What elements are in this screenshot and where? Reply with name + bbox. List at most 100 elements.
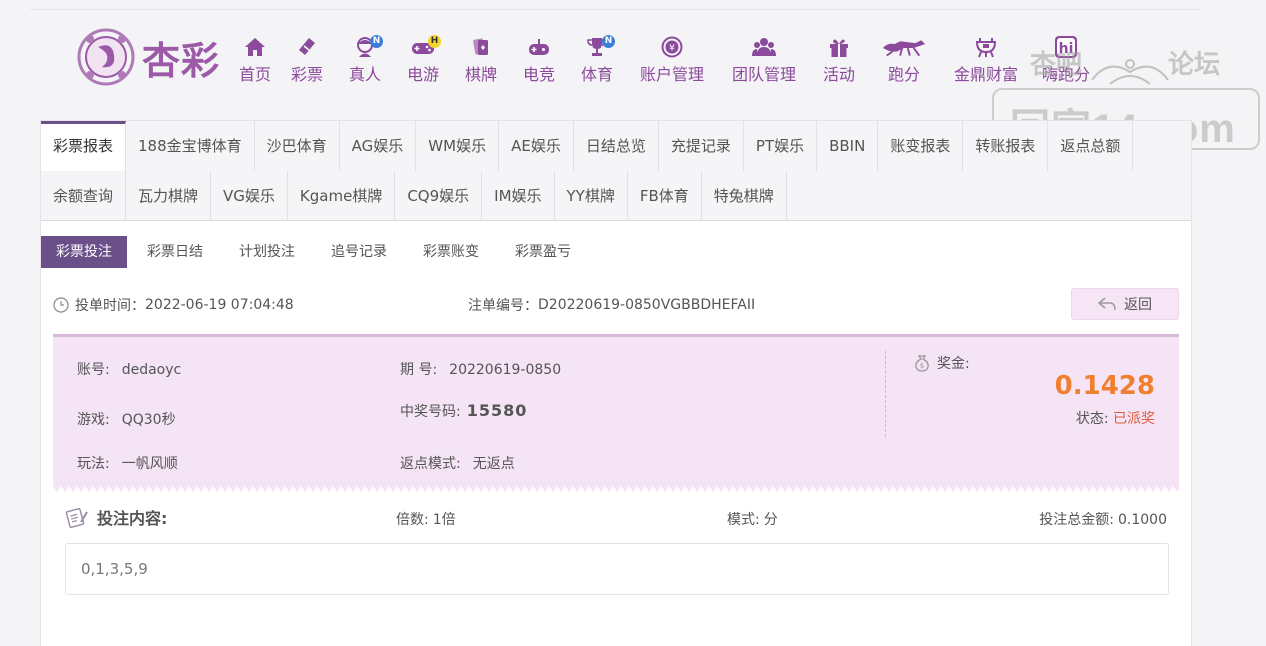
total-amount-value: 0.1000: [1118, 512, 1167, 528]
nav-cards[interactable]: 棋牌: [452, 32, 510, 88]
tab-188-sports[interactable]: 188金宝博体育: [126, 121, 255, 171]
tab-deposit-withdraw[interactable]: 充提记录: [659, 121, 744, 171]
ornament-icon: [1091, 59, 1169, 85]
tab-ae[interactable]: AE娱乐: [499, 121, 574, 171]
watermark-right-text: 论坛: [1168, 50, 1221, 80]
nav-home[interactable]: 首页: [232, 32, 278, 88]
main-nav: 首页 彩票 N 真人 H 电游 棋牌 电竞 N 体育 ¥ 账户管理 团队管理 活…: [232, 32, 1100, 88]
bet-detail-panel: 账号: dedaoyc 游戏: QQ30秒 玩法: 一帆风顺 期 号: 20220619…: [53, 334, 1179, 492]
tab-kgame[interactable]: Kgame棋牌: [288, 171, 396, 221]
tab-yy-cards[interactable]: YY棋牌: [555, 171, 628, 221]
lottery-ticket-icon: [299, 38, 315, 55]
bet-content-header: 投注内容: 倍数: 1倍 模式: 分 投注总金额: 0.1000: [41, 505, 1191, 531]
prize-label: $ 奖金:: [913, 353, 970, 373]
subtab-lottery-transactions[interactable]: 彩票账变: [407, 236, 495, 268]
new-badge: N: [370, 35, 383, 48]
account-row: 账号: dedaoyc: [77, 362, 182, 378]
tab-transfer-report[interactable]: 转账报表: [963, 121, 1049, 171]
rebate-value: 无返点: [472, 456, 515, 472]
order-time-value: 2022-06-19 07:04:48: [145, 297, 294, 313]
home-icon: [245, 38, 265, 56]
order-number-value: D20220619-0850VGBBDHEFAII: [538, 297, 756, 313]
issue-value: 20220619-0850: [449, 362, 562, 378]
play-value: 一帆风顺: [121, 456, 178, 472]
running-dog-icon: [882, 40, 926, 57]
nav-slots[interactable]: H 电游: [394, 32, 452, 88]
watermark-left-text: 杏吧: [1030, 50, 1083, 80]
rebate-row: 返点模式: 无返点: [400, 456, 515, 472]
win-number-row: 中奖号码: 15580: [400, 401, 528, 420]
report-card: 彩票报表 188金宝博体育 沙巴体育 AG娱乐 WM娱乐 AE娱乐 日结总览 充…: [40, 120, 1192, 646]
hot-badge: H: [428, 35, 441, 48]
logo-emblem-icon: [77, 28, 135, 86]
back-button[interactable]: 返回: [1071, 288, 1179, 320]
order-time: 投单时间： 2022-06-19 07:04:48: [53, 293, 294, 317]
header: 杏彩 首页 彩票 N 真人 H 电游 棋牌 电竞 N 体育 ¥ 账户管理 团队管…: [0, 0, 1266, 151]
status-badge: 已派奖: [1113, 411, 1155, 427]
money-bag-icon: $: [915, 355, 929, 372]
tab-lottery-report[interactable]: 彩票报表: [41, 121, 127, 171]
tab-cq9[interactable]: CQ9娱乐: [395, 171, 483, 221]
svg-text:¥: ¥: [669, 44, 675, 54]
tab-daily-overview[interactable]: 日结总览: [574, 121, 659, 171]
order-number-label: 注单编号：: [468, 298, 538, 314]
multiple-value: 1倍: [432, 512, 456, 528]
bet-numbers-box: 0,1,3,5,9: [65, 543, 1169, 595]
clock-icon: [53, 297, 69, 313]
tab-rebate-total[interactable]: 返点总额: [1048, 121, 1134, 171]
subtab-chase-records[interactable]: 追号记录: [315, 236, 403, 268]
tab-wali-cards[interactable]: 瓦力棋牌: [126, 171, 212, 221]
mode-value: 分: [763, 512, 778, 528]
tab-saba-sports[interactable]: 沙巴体育: [255, 121, 340, 171]
game-row: 游戏: QQ30秒: [77, 412, 176, 428]
prize-amount: 0.1428: [1054, 371, 1155, 401]
nav-account[interactable]: ¥ 账户管理: [626, 32, 718, 88]
bet-content-title: 投注内容:: [65, 505, 167, 529]
tab-row-1: 彩票报表 188金宝博体育 沙巴体育 AG娱乐 WM娱乐 AE娱乐 日结总览 充…: [41, 121, 1134, 171]
nav-team[interactable]: 团队管理: [718, 32, 810, 88]
back-arrow-icon: [1098, 297, 1116, 311]
cards-icon: [473, 38, 488, 55]
order-number: 注单编号： D20220619-0850VGBBDHEFAII: [468, 293, 755, 317]
nav-esports[interactable]: 电竞: [510, 32, 568, 88]
tab-pt[interactable]: PT娱乐: [744, 121, 818, 171]
notebook-pen-icon: [65, 507, 88, 528]
panel-zigzag-edge: [53, 486, 1179, 492]
nav-sports[interactable]: N 体育: [568, 32, 626, 88]
subtab-lottery-daily[interactable]: 彩票日结: [131, 236, 219, 268]
team-icon: [752, 38, 776, 56]
win-number-value: 15580: [466, 401, 528, 420]
subtab-lottery-bets[interactable]: 彩票投注: [41, 236, 127, 268]
multiple-row: 倍数: 1倍: [396, 512, 456, 528]
yen-coin-icon: ¥: [661, 36, 683, 58]
tab-bbin[interactable]: BBIN: [817, 121, 879, 171]
esports-controller-icon: [529, 39, 549, 55]
panel-divider: [885, 351, 886, 437]
tab-balance-query[interactable]: 余额查询: [41, 171, 127, 221]
tab-im[interactable]: IM娱乐: [482, 171, 555, 221]
svg-text:$: $: [920, 362, 924, 370]
tab-wm[interactable]: WM娱乐: [416, 121, 500, 171]
nav-promotions[interactable]: 活动: [810, 32, 868, 88]
issue-row: 期 号: 20220619-0850: [400, 362, 562, 378]
nav-live[interactable]: N 真人: [336, 32, 394, 88]
gift-icon: [830, 39, 848, 57]
total-amount-row: 投注总金额: 0.1000: [1039, 512, 1167, 528]
tab-tetu-cards[interactable]: 特兔棋牌: [702, 171, 787, 221]
new-badge: N: [602, 35, 615, 48]
tab-vg[interactable]: VG娱乐: [211, 171, 288, 221]
nav-run-score[interactable]: 跑分: [868, 32, 940, 88]
nav-lottery[interactable]: 彩票: [278, 32, 336, 88]
back-button-label: 返回: [1124, 297, 1152, 313]
brand-logo[interactable]: 杏彩: [76, 27, 226, 87]
subtab-plan-bets[interactable]: 计划投注: [223, 236, 311, 268]
tab-fb-sports[interactable]: FB体育: [628, 171, 702, 221]
account-value: dedaoyc: [121, 362, 182, 378]
sub-tabs: 彩票投注 彩票日结 计划投注 追号记录 彩票账变 彩票盈亏: [41, 236, 591, 268]
report-tabs: 彩票报表 188金宝博体育 沙巴体育 AG娱乐 WM娱乐 AE娱乐 日结总览 充…: [41, 121, 1191, 221]
tab-row-2: 余额查询 瓦力棋牌 VG娱乐 Kgame棋牌 CQ9娱乐 IM娱乐 YY棋牌 F…: [41, 171, 787, 221]
logo-text: 杏彩: [142, 38, 221, 83]
subtab-lottery-pnl[interactable]: 彩票盈亏: [499, 236, 587, 268]
tab-balance-change[interactable]: 账变报表: [878, 121, 964, 171]
tab-ag[interactable]: AG娱乐: [340, 121, 417, 171]
